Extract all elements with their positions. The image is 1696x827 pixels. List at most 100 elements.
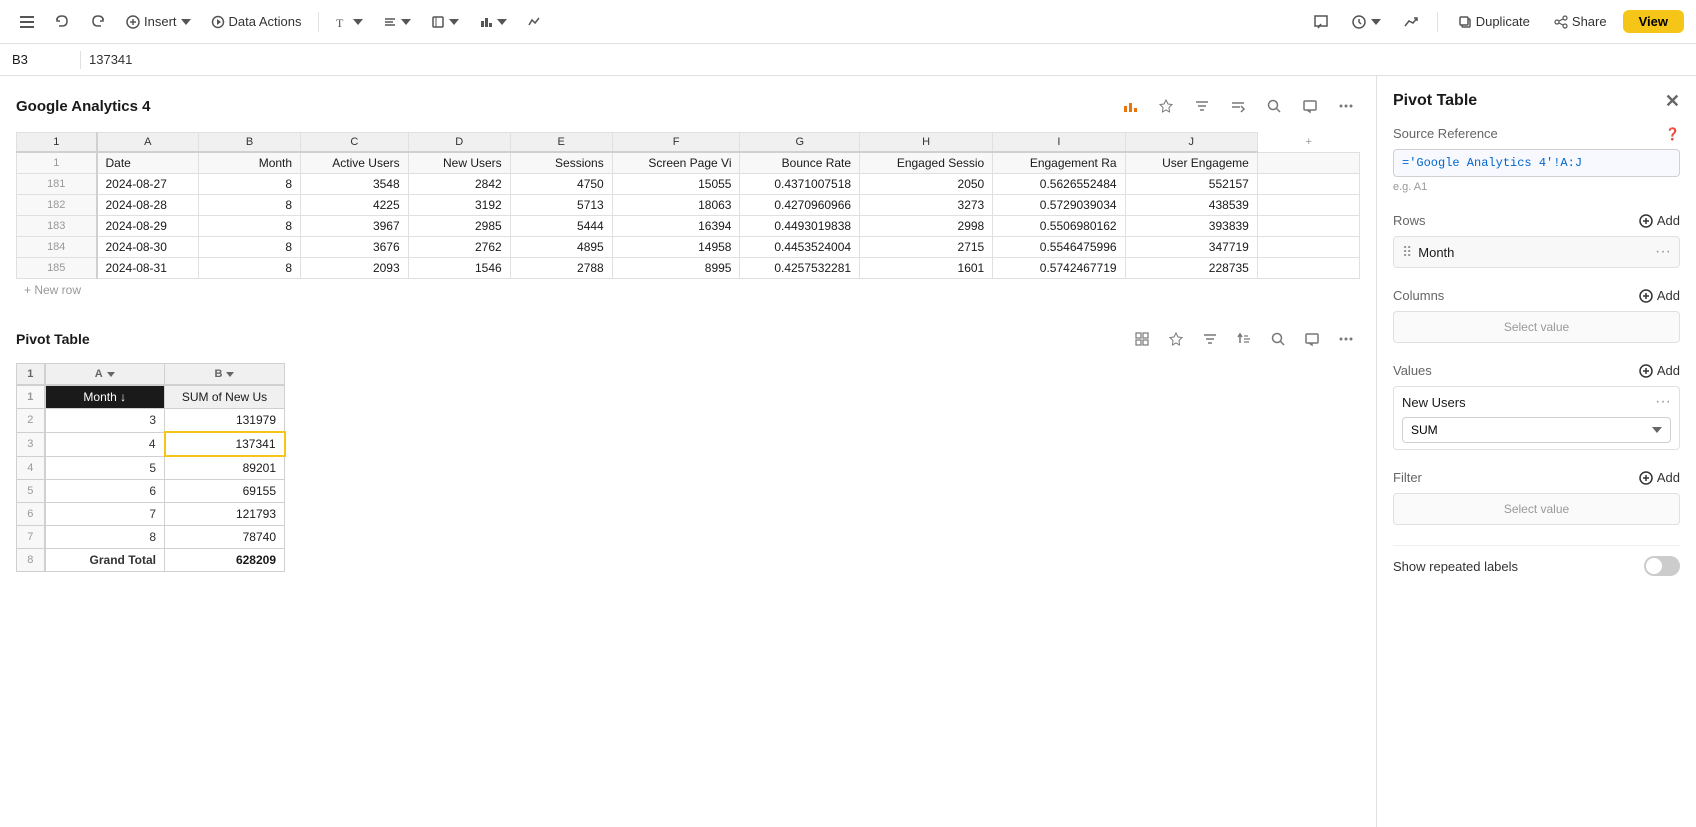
show-labels-toggle[interactable] [1644, 556, 1680, 576]
redo-button[interactable] [82, 10, 114, 34]
row-date[interactable]: 2024-08-28 [97, 195, 199, 216]
row-item-more-icon[interactable]: ··· [1655, 243, 1671, 261]
filter-select-value[interactable]: Select value [1393, 493, 1680, 525]
trend-icon[interactable] [1397, 8, 1425, 36]
pivot-comment-icon[interactable] [1298, 325, 1326, 353]
header-engagement-r[interactable]: Engagement Ra [993, 152, 1125, 174]
search-icon[interactable] [1260, 92, 1288, 120]
pivot-value[interactable]: 69155 [165, 480, 285, 503]
pivot-label[interactable]: 8 [45, 526, 165, 549]
header-month[interactable]: Month [199, 152, 301, 174]
row-bounce-rate[interactable]: 0.4453524004 [740, 237, 860, 258]
row-date[interactable]: 2024-08-27 [97, 174, 199, 195]
comment-icon[interactable] [1307, 8, 1335, 36]
row-screen-page[interactable]: 15055 [612, 174, 740, 195]
header-date[interactable]: Date [97, 152, 199, 174]
close-button[interactable]: ✕ [1665, 92, 1680, 110]
pivot-more-icon[interactable] [1332, 325, 1360, 353]
row-active-users[interactable]: 2093 [301, 258, 409, 279]
sum-select[interactable]: SUM [1402, 417, 1671, 443]
pivot-star-icon[interactable] [1162, 325, 1190, 353]
row-engagement-r[interactable]: 0.5546475996 [993, 237, 1125, 258]
row-engaged-s[interactable]: 2998 [860, 216, 993, 237]
pivot-value[interactable]: 89201 [165, 456, 285, 480]
header-new-users[interactable]: New Users [408, 152, 510, 174]
pivot-table-icon[interactable] [1128, 325, 1156, 353]
pivot-header-b[interactable]: SUM of New Us [165, 385, 285, 409]
row-user-e[interactable]: 347719 [1125, 237, 1257, 258]
pivot-sort-icon[interactable] [1230, 325, 1258, 353]
header-screen-page[interactable]: Screen Page Vi [612, 152, 740, 174]
rows-add-button[interactable]: Add [1639, 213, 1680, 228]
pivot-value-selected[interactable]: 137341 [165, 432, 285, 456]
row-sessions[interactable]: 5713 [510, 195, 612, 216]
row-engaged-s[interactable]: 2050 [860, 174, 993, 195]
row-sessions[interactable]: 4750 [510, 174, 612, 195]
row-engagement-r[interactable]: 0.5626552484 [993, 174, 1125, 195]
pivot-label[interactable]: 7 [45, 503, 165, 526]
insert-button[interactable]: Insert [118, 10, 199, 33]
chart-icon[interactable] [1116, 92, 1144, 120]
row-new-users[interactable]: 1546 [408, 258, 510, 279]
row-user-e[interactable]: 393839 [1125, 216, 1257, 237]
row-new-users[interactable]: 2762 [408, 237, 510, 258]
row-engagement-r[interactable]: 0.5729039034 [993, 195, 1125, 216]
row-engagement-r[interactable]: 0.5506980162 [993, 216, 1125, 237]
data-actions-button[interactable]: Data Actions [203, 10, 310, 33]
row-new-users[interactable]: 3192 [408, 195, 510, 216]
share-button[interactable]: Share [1546, 10, 1615, 33]
row-engaged-s[interactable]: 2715 [860, 237, 993, 258]
values-add-button[interactable]: Add [1639, 363, 1680, 378]
align-button[interactable] [375, 11, 419, 33]
row-month[interactable]: 8 [199, 195, 301, 216]
row-user-e[interactable]: 438539 [1125, 195, 1257, 216]
row-bounce-rate[interactable]: 0.4493019838 [740, 216, 860, 237]
row-screen-page[interactable]: 14958 [612, 237, 740, 258]
star-icon[interactable] [1152, 92, 1180, 120]
row-engaged-s[interactable]: 3273 [860, 195, 993, 216]
header-bounce-rate[interactable]: Bounce Rate [740, 152, 860, 174]
row-user-e[interactable]: 228735 [1125, 258, 1257, 279]
history-button[interactable] [1343, 10, 1389, 34]
row-date[interactable]: 2024-08-30 [97, 237, 199, 258]
row-month[interactable]: 8 [199, 237, 301, 258]
pivot-label[interactable]: 5 [45, 456, 165, 480]
row-new-users[interactable]: 2985 [408, 216, 510, 237]
header-sessions[interactable]: Sessions [510, 152, 612, 174]
value-item-more-icon[interactable]: ··· [1655, 393, 1671, 411]
sort-icon[interactable] [1224, 92, 1252, 120]
format-button[interactable] [423, 11, 467, 33]
header-active-users[interactable]: Active Users [301, 152, 409, 174]
pivot-filter-icon[interactable] [1196, 325, 1224, 353]
row-active-users[interactable]: 3676 [301, 237, 409, 258]
pivot-header-a[interactable]: Month ↓ [45, 385, 165, 409]
header-engaged-s[interactable]: Engaged Sessio [860, 152, 993, 174]
row-active-users[interactable]: 4225 [301, 195, 409, 216]
row-date[interactable]: 2024-08-29 [97, 216, 199, 237]
pivot-search-icon[interactable] [1264, 325, 1292, 353]
row-engaged-s[interactable]: 1601 [860, 258, 993, 279]
row-bounce-rate[interactable]: 0.4257532281 [740, 258, 860, 279]
row-active-users[interactable]: 3967 [301, 216, 409, 237]
drag-handle-icon[interactable]: ⠿ [1402, 244, 1412, 261]
row-user-e[interactable]: 552157 [1125, 174, 1257, 195]
row-sessions[interactable]: 4895 [510, 237, 612, 258]
header-user-e[interactable]: User Engageme [1125, 152, 1257, 174]
sparkline-button[interactable] [519, 11, 549, 33]
comment2-icon[interactable] [1296, 92, 1324, 120]
pivot-value[interactable]: 121793 [165, 503, 285, 526]
columns-select-value[interactable]: Select value [1393, 311, 1680, 343]
row-active-users[interactable]: 3548 [301, 174, 409, 195]
row-date[interactable]: 2024-08-31 [97, 258, 199, 279]
row-month[interactable]: 8 [199, 258, 301, 279]
pivot-label[interactable]: 6 [45, 480, 165, 503]
more-icon[interactable] [1332, 92, 1360, 120]
filter-icon[interactable] [1188, 92, 1216, 120]
row-screen-page[interactable]: 18063 [612, 195, 740, 216]
row-bounce-rate[interactable]: 0.4270960966 [740, 195, 860, 216]
pivot-label[interactable]: 3 [45, 409, 165, 433]
row-new-users[interactable]: 2842 [408, 174, 510, 195]
font-button[interactable]: T [327, 11, 371, 33]
row-screen-page[interactable]: 8995 [612, 258, 740, 279]
columns-add-button[interactable]: Add [1639, 288, 1680, 303]
